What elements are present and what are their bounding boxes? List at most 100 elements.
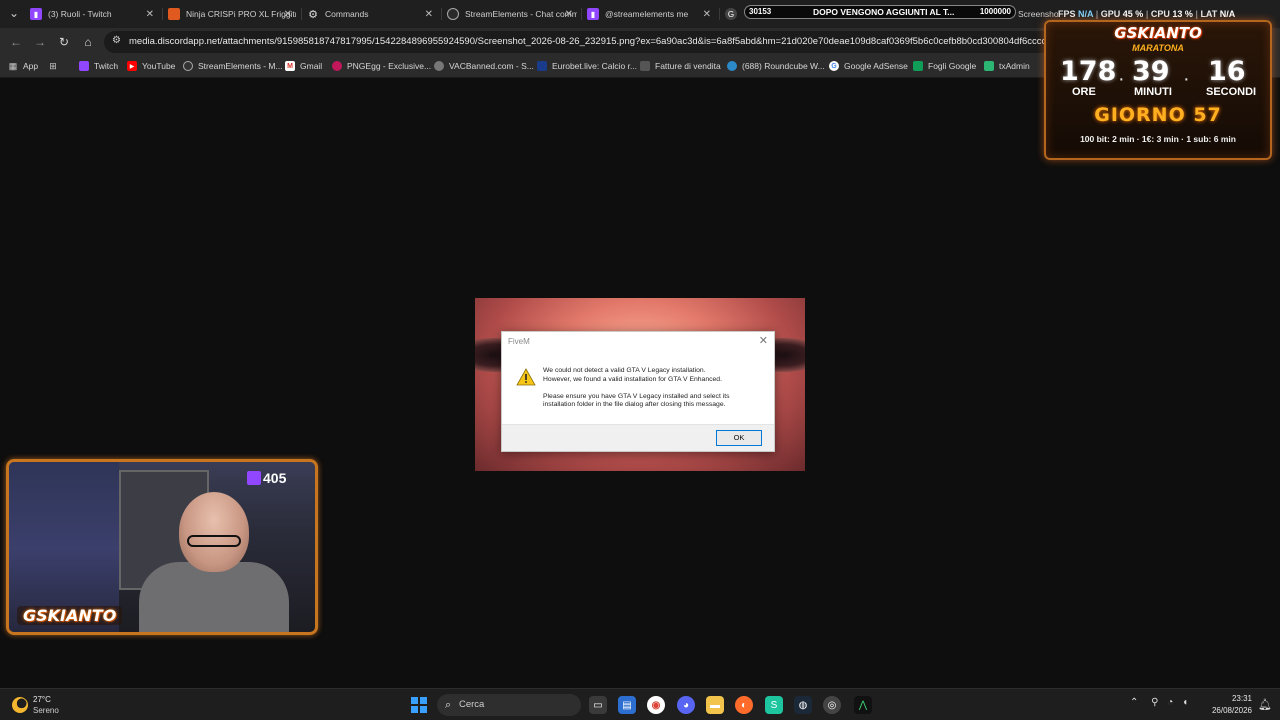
bookmark-youtube[interactable]: ▶ YouTube: [127, 61, 175, 71]
webcam-person-body: [139, 562, 289, 632]
timer-day: GIORNO 57: [1094, 104, 1222, 126]
bookmark-streamelements[interactable]: StreamElements - M...: [183, 61, 283, 71]
close-icon[interactable]: ✕: [759, 334, 768, 347]
bookmark-grid[interactable]: ⊞: [48, 61, 63, 71]
home-icon[interactable]: ⌂: [80, 34, 96, 50]
chevron-up-icon[interactable]: ⌃: [1130, 697, 1138, 708]
search-icon: ⌕: [445, 699, 452, 711]
twitch-icon: [79, 61, 89, 71]
app-s-icon[interactable]: S: [765, 696, 783, 714]
tab-streamelements-chat[interactable]: StreamElements - Chat commands ✕: [447, 3, 577, 25]
close-icon[interactable]: ✕: [565, 9, 573, 20]
cpu-value: 13 %: [1172, 9, 1193, 19]
tab-label: Commands: [325, 9, 369, 19]
viewer-count: 405: [263, 470, 287, 486]
ok-button[interactable]: OK: [716, 430, 762, 446]
bookmark-label: Twitch: [94, 61, 119, 71]
wifi-icon[interactable]: ◔: [1167, 697, 1173, 708]
bookmark-vacbanned[interactable]: VACBanned.com - S...: [434, 61, 534, 71]
tab-list-chevron-icon[interactable]: ⌄: [6, 5, 22, 21]
taskbar-search[interactable]: ⌕ Cerca: [437, 694, 581, 716]
speaker-icon[interactable]: ◖: [1182, 697, 1188, 708]
bookmark-sheets[interactable]: Fogli Google: [913, 61, 976, 71]
twitch-icon: [247, 471, 261, 485]
discord-icon[interactable]: ◕: [677, 696, 695, 714]
apps-grid-icon: ▦: [8, 60, 18, 71]
bookmark-roundcube[interactable]: (688) Roundcube W...: [727, 61, 825, 71]
bookmark-label: Google AdSense: [844, 61, 908, 71]
tab-commands[interactable]: ⚙ Commands ✕: [307, 3, 437, 25]
close-icon[interactable]: ✕: [703, 9, 711, 20]
dialog-message-line: However, we found a valid installation f…: [543, 375, 722, 383]
close-icon[interactable]: ✕: [425, 9, 433, 20]
bookmark-label: Fogli Google: [928, 61, 977, 71]
bookmark-eurobet[interactable]: Eurobet.live: Calcio r...: [537, 61, 637, 71]
windows-taskbar: 27°C Sereno ⌕ Cerca ▭ ▤ ◉ ◕ ▬ ◐ S ◍ ◎ ⋀ …: [0, 688, 1280, 720]
obs-icon[interactable]: ◎: [823, 696, 841, 714]
bookmark-adsense[interactable]: G Google AdSense: [829, 61, 908, 71]
network-icon[interactable]: ⚲: [1151, 697, 1158, 708]
tab-divider: [301, 8, 302, 20]
weather-condition[interactable]: Sereno: [33, 706, 59, 715]
timer-seconds: 16: [1208, 56, 1246, 87]
notification-bell-icon[interactable]: 🔔︎: [1258, 698, 1272, 711]
fivem-error-dialog: FiveM ✕ We could not detect a valid GTA …: [501, 331, 775, 452]
tab-streamelements-me[interactable]: ▮ @streamelements me ✕: [587, 3, 715, 25]
timer-minutes: 39: [1132, 56, 1170, 87]
bookmark-label: (688) Roundcube W...: [742, 61, 825, 71]
roundcube-icon: [727, 61, 737, 71]
tab-ninja-crispi[interactable]: Ninja CRISPi PRO XL Friggitrice ✕: [168, 3, 296, 25]
moon-icon[interactable]: [12, 697, 28, 713]
lat-label: LAT: [1200, 9, 1218, 19]
bookmark-pngegg[interactable]: PNGEgg - Exclusive...: [332, 61, 431, 71]
gpu-label: GPU: [1100, 9, 1121, 19]
tab-twitch-roles[interactable]: ▮ (3) Ruoli - Twitch ✕: [30, 3, 158, 25]
bookmark-fatture[interactable]: Fatture di vendita: [640, 61, 721, 71]
site-info-icon[interactable]: ⚙: [112, 35, 121, 46]
bookmark-txadmin[interactable]: txAdmin: [984, 61, 1030, 71]
bookmark-label: txAdmin: [999, 61, 1030, 71]
timer-seconds-label: SECONDI: [1206, 86, 1257, 98]
clock-time[interactable]: 23:31: [1222, 694, 1252, 703]
close-icon[interactable]: ✕: [284, 9, 292, 20]
timer-rates: 100 bit: 2 min · 1€: 3 min · 1 sub: 6 mi…: [1080, 134, 1236, 144]
timer-hours: 178: [1060, 56, 1117, 87]
windows-start-icon[interactable]: [411, 697, 427, 713]
weather-temperature[interactable]: 27°C: [33, 695, 51, 704]
ninja-store-icon: [168, 8, 180, 20]
chrome-icon[interactable]: ◉: [647, 696, 665, 714]
clock-date[interactable]: 26/08/2026: [1208, 706, 1252, 715]
dialog-footer: OK: [502, 424, 774, 451]
nvidia-icon[interactable]: ⋀: [854, 696, 872, 714]
task-view-icon[interactable]: ▭: [589, 696, 607, 714]
dialog-message-line: We could not detect a valid GTA V Legacy…: [543, 367, 706, 374]
close-icon[interactable]: ✕: [146, 9, 154, 20]
dialog-message-line: Please ensure you have GTA V Legacy inst…: [543, 392, 730, 400]
forward-arrow-icon[interactable]: →: [32, 34, 48, 50]
address-bar[interactable]: ⚙ media.discordapp.net/attachments/91598…: [104, 31, 1073, 53]
txadmin-icon: [984, 61, 994, 71]
steam-icon[interactable]: ◍: [794, 696, 812, 714]
ticker-left-value: 30153: [749, 7, 772, 16]
tab-italiani[interactable]: G: [725, 3, 745, 25]
url-text: media.discordapp.net/attachments/9159858…: [129, 36, 1073, 47]
store-icon[interactable]: ▤: [618, 696, 636, 714]
gpu-value: 45 %: [1122, 9, 1144, 19]
reload-icon[interactable]: ↻: [56, 34, 72, 50]
streamer-logo: GSKIANTO: [17, 606, 123, 625]
google-icon: G: [725, 8, 737, 20]
bookmark-gmail[interactable]: M Gmail: [285, 61, 322, 71]
firefox-icon[interactable]: ◐: [735, 696, 753, 714]
bookmark-label: PNGEgg - Exclusive...: [347, 61, 432, 71]
bookmark-apps[interactable]: ▦ App: [8, 60, 38, 72]
folder-icon[interactable]: ▬: [706, 696, 724, 714]
timer-separator: ·: [1183, 68, 1190, 90]
tab-label: Screenshot_2026-08-26: [1018, 9, 1058, 19]
vacbanned-icon: [434, 61, 444, 71]
back-arrow-icon[interactable]: ←: [8, 34, 24, 50]
gear-icon: ⚙: [308, 8, 318, 21]
bookmark-twitch[interactable]: Twitch: [79, 61, 118, 71]
dialog-message: We could not detect a valid GTA V Legacy…: [543, 367, 768, 418]
twitch-icon: ▮: [587, 8, 599, 20]
marathon-timer-overlay: GSKIANTO MARATONA 178 · 39 · 16 ORE MINU…: [1044, 20, 1272, 160]
